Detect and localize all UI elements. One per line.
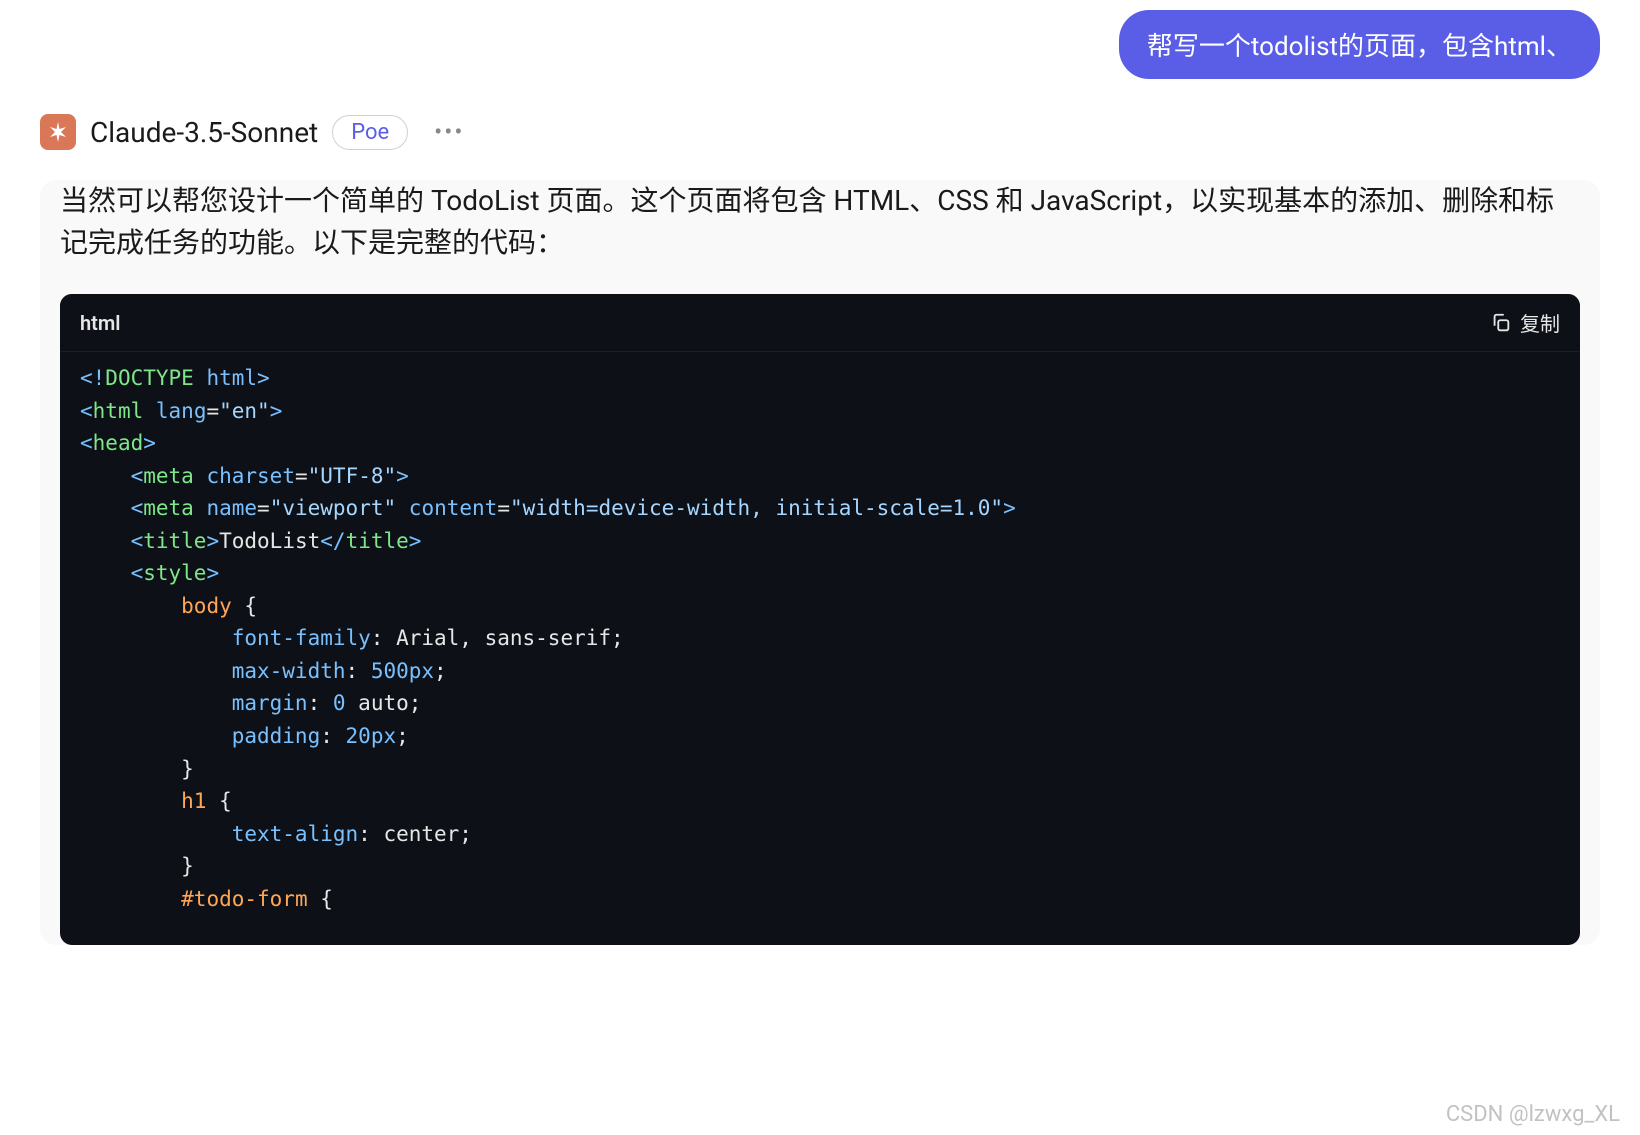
- user-message-text: 帮写一个todolist的页面，包含html、: [1147, 32, 1572, 62]
- code-header: html 复制: [60, 294, 1580, 351]
- code-block: html 复制 <!DOCTYPE html> <html lang="en">…: [60, 294, 1580, 945]
- assistant-name: Claude-3.5-Sonnet: [90, 116, 318, 149]
- assistant-header: Claude-3.5-Sonnet Poe •••: [40, 114, 1600, 150]
- claude-logo-icon: [46, 120, 70, 144]
- copy-label: 复制: [1520, 308, 1560, 337]
- platform-badge[interactable]: Poe: [332, 115, 408, 150]
- assistant-avatar: [40, 114, 76, 150]
- watermark: CSDN @lzwxg_XL: [1446, 1102, 1620, 1127]
- more-options-button[interactable]: •••: [434, 118, 464, 146]
- code-language-label: html: [80, 311, 120, 335]
- response-text: 当然可以帮您设计一个简单的 TodoList 页面。这个页面将包含 HTML、C…: [40, 180, 1600, 294]
- user-message-bubble: 帮写一个todolist的页面，包含html、: [1119, 10, 1600, 79]
- assistant-response: 当然可以帮您设计一个简单的 TodoList 页面。这个页面将包含 HTML、C…: [40, 180, 1600, 945]
- copy-icon: [1490, 312, 1512, 334]
- code-content: <!DOCTYPE html> <html lang="en"> <head> …: [60, 351, 1580, 945]
- copy-button[interactable]: 复制: [1490, 308, 1560, 337]
